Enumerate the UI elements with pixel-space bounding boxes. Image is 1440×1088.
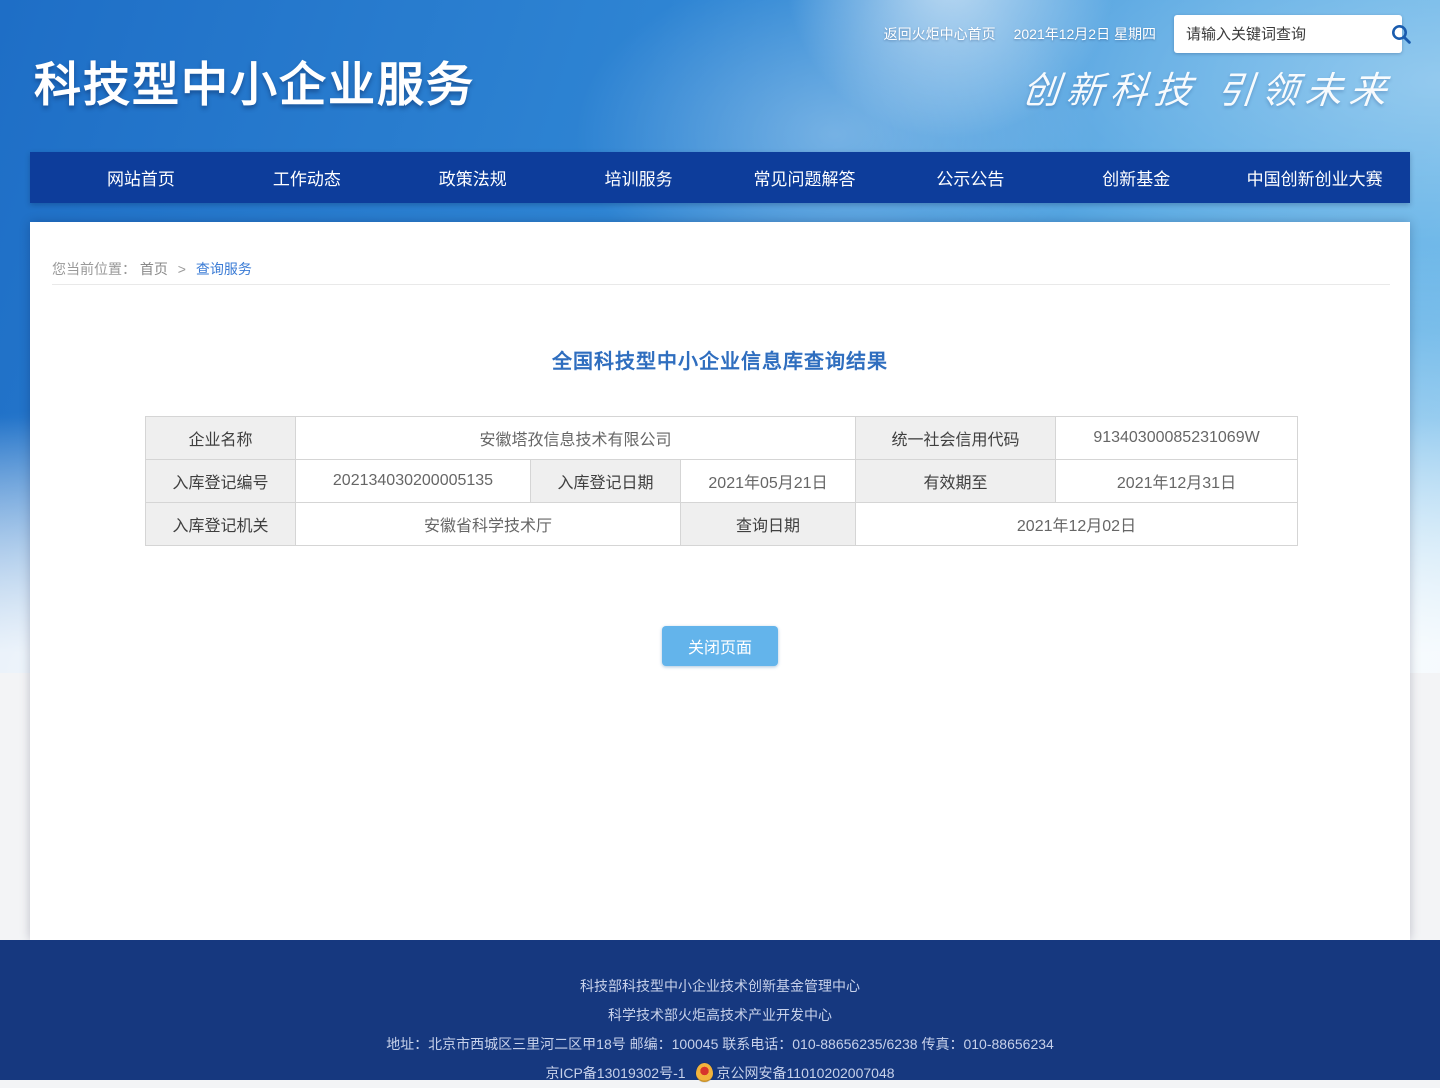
main-navigation: 网站首页 工作动态 政策法规 培训服务 常见问题解答 公示公告 创新基金 中国创…: [30, 152, 1410, 203]
nav-item-faq[interactable]: 常见问题解答: [722, 152, 888, 203]
table-row-company: 企业名称 安徽塔孜信息技术有限公司 统一社会信用代码 9134030008523…: [146, 417, 1298, 460]
credit-code-value: 91340300085231069W: [1056, 417, 1298, 460]
reg-date-value: 2021年05月21日: [681, 460, 856, 503]
nav-item-competition[interactable]: 中国创新创业大赛: [1219, 152, 1410, 203]
close-page-button[interactable]: 关闭页面: [662, 626, 778, 666]
table-row-organization: 入库登记机关 安徽省科学技术厅 查询日期 2021年12月02日: [146, 503, 1298, 546]
breadcrumb-separator: >: [178, 261, 186, 277]
police-emblem-icon: [696, 1063, 713, 1082]
content-panel: 您当前位置： 首页 > 查询服务 全国科技型中小企业信息库查询结果 企业名称 安…: [30, 222, 1410, 940]
breadcrumb: 您当前位置： 首页 > 查询服务: [52, 259, 252, 279]
icp-record-link[interactable]: 京ICP备13019302号-1: [545, 1065, 685, 1081]
breadcrumb-current-link[interactable]: 查询服务: [196, 261, 252, 277]
search-input[interactable]: [1174, 26, 1389, 43]
search-box: [1174, 15, 1402, 53]
table-row-registration: 入库登记编号 202134030200005135 入库登记日期 2021年05…: [146, 460, 1298, 503]
nav-item-policy[interactable]: 政策法规: [390, 152, 556, 203]
footer-org-line-1: 科技部科技型中小企业技术创新基金管理中心: [0, 972, 1440, 1001]
valid-until-label: 有效期至: [856, 460, 1056, 503]
valid-until-value: 2021年12月31日: [1056, 460, 1298, 503]
nav-item-training[interactable]: 培训服务: [556, 152, 722, 203]
breadcrumb-home-link[interactable]: 首页: [140, 261, 168, 277]
reg-org-label: 入库登记机关: [146, 503, 296, 546]
reg-date-label: 入库登记日期: [531, 460, 681, 503]
footer-org-line-2: 科学技术部火炬高技术产业开发中心: [0, 1001, 1440, 1030]
current-date-text: 2021年12月2日 星期四: [1014, 24, 1156, 44]
nav-item-innofund[interactable]: 创新基金: [1053, 152, 1219, 203]
nav-item-announcement[interactable]: 公示公告: [887, 152, 1053, 203]
public-security-record-link[interactable]: 京公网安备11010202007048: [717, 1065, 895, 1081]
topbar: 返回火炬中心首页 2021年12月2日 星期四: [884, 14, 1402, 54]
page-footer: 科技部科技型中小企业技术创新基金管理中心 科学技术部火炬高技术产业开发中心 地址…: [0, 940, 1440, 1080]
page-title: 全国科技型中小企业信息库查询结果: [30, 345, 1410, 374]
search-button[interactable]: [1389, 15, 1413, 53]
reg-org-value: 安徽省科学技术厅: [296, 503, 681, 546]
company-name-value: 安徽塔孜信息技术有限公司: [296, 417, 856, 460]
breadcrumb-label: 您当前位置：: [52, 261, 136, 277]
query-result-table: 企业名称 安徽塔孜信息技术有限公司 统一社会信用代码 9134030008523…: [145, 416, 1298, 546]
footer-record-line: 京ICP备13019302号-1 京公网安备11010202007048: [0, 1059, 1440, 1088]
query-date-label: 查询日期: [681, 503, 856, 546]
nav-item-home[interactable]: 网站首页: [58, 152, 224, 203]
reg-no-label: 入库登记编号: [146, 460, 296, 503]
site-header: 科技型中小企业服务 返回火炬中心首页 2021年12月2日 星期四 创新科技 引…: [0, 0, 1440, 152]
query-date-value: 2021年12月02日: [856, 503, 1298, 546]
credit-code-label: 统一社会信用代码: [856, 417, 1056, 460]
breadcrumb-divider: [52, 284, 1390, 285]
nav-item-news[interactable]: 工作动态: [224, 152, 390, 203]
site-title: 科技型中小企业服务: [34, 46, 475, 115]
slogan-text: 创新科技 引领未来: [1020, 60, 1396, 114]
footer-contact-line: 地址：北京市西城区三里河二区甲18号 邮编：100045 联系电话：010-88…: [0, 1030, 1440, 1059]
torch-center-home-link[interactable]: 返回火炬中心首页: [884, 24, 996, 44]
company-name-label: 企业名称: [146, 417, 296, 460]
search-icon: [1389, 22, 1413, 46]
reg-no-value: 202134030200005135: [296, 460, 531, 503]
